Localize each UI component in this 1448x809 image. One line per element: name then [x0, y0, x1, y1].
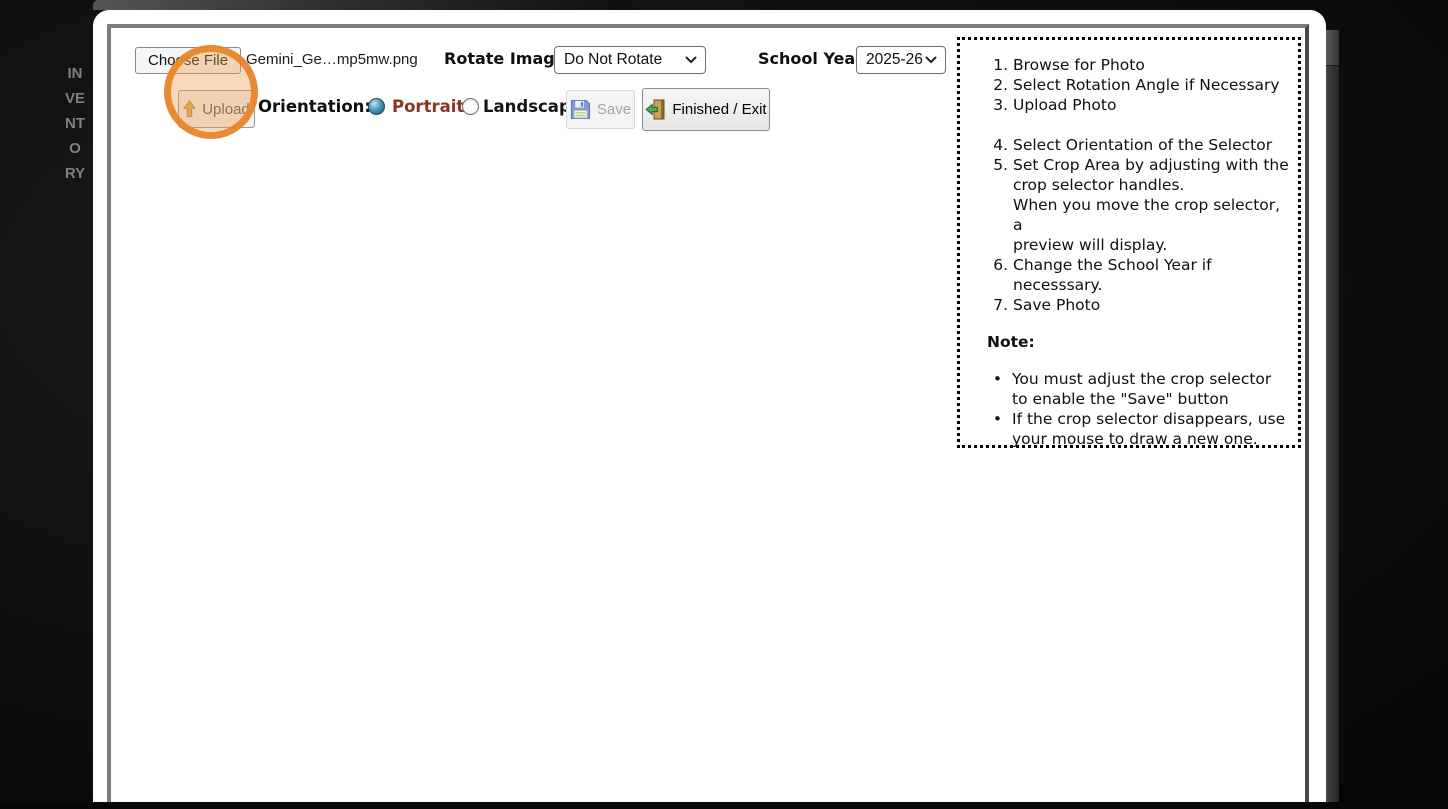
instruction-step: 5. Set Crop Area by adjusting with the c… [987, 155, 1290, 255]
selected-filename: Gemini_Ge…mp5mw.png [246, 51, 418, 68]
save-button-label: Save [596, 101, 632, 118]
bullet-icon [987, 409, 1008, 449]
upload-button[interactable]: Upload [178, 90, 255, 128]
rotate-image-label: Rotate Image [444, 49, 566, 68]
instruction-step: 3. Upload Photo [987, 95, 1290, 115]
portrait-radio-label[interactable]: Portrait [392, 97, 464, 116]
rotate-image-selected-value: Do Not Rotate [564, 51, 663, 68]
window-top-edge [93, 0, 633, 10]
school-year-label: School Year: [758, 49, 870, 68]
exit-door-icon [645, 99, 666, 120]
step-text: Save Photo [1013, 296, 1101, 314]
school-year-selected-value: 2025-26 [866, 51, 923, 68]
instruction-step: 6. Change the School Year if necesssary. [987, 255, 1290, 295]
landscape-radio[interactable] [462, 98, 479, 115]
window-bottom-edge [0, 802, 1448, 809]
instruction-step: 4. Select Orientation of the Selector [987, 135, 1290, 155]
photo-upload-dialog: Choose File Gemini_Ge…mp5mw.png Rotate I… [93, 10, 1326, 809]
finished-exit-button-label: Finished / Exit [672, 101, 767, 118]
choose-file-button[interactable]: Choose File [135, 47, 242, 74]
school-year-select[interactable]: 2025-26 [856, 46, 946, 74]
step-text: Change the School Year if necesssary. [1013, 256, 1212, 294]
chevron-down-icon [925, 56, 937, 64]
portrait-radio[interactable] [368, 98, 385, 115]
rotate-image-select[interactable]: Do Not Rotate [554, 46, 706, 74]
scrollbar-track[interactable] [1326, 30, 1339, 809]
instruction-step: 7. Save Photo [987, 295, 1290, 315]
step-number: 5. [993, 156, 1008, 174]
step-number: 2. [993, 76, 1008, 94]
step-number: 3. [993, 96, 1008, 114]
note-text: You must adjust the crop selector to ena… [1012, 370, 1272, 408]
instructions-panel: 1. Browse for Photo 2. Select Rotation A… [957, 37, 1301, 448]
bullet-icon [987, 369, 1008, 409]
upload-form-container: Choose File Gemini_Ge…mp5mw.png Rotate I… [107, 24, 1309, 809]
step-number: 1. [993, 56, 1008, 74]
step-text: Select Rotation Angle if Necessary [1013, 76, 1280, 94]
step-number: 4. [993, 136, 1008, 154]
notes-list: You must adjust the crop selector to ena… [987, 369, 1290, 449]
chevron-down-icon [685, 56, 697, 64]
step-number: 7. [993, 296, 1008, 314]
finished-exit-button[interactable]: Finished / Exit [642, 88, 770, 131]
instruction-step: 1. Browse for Photo [987, 55, 1290, 75]
save-button[interactable]: Save [566, 90, 635, 129]
step-text: Select Orientation of the Selector [1013, 136, 1273, 154]
upload-button-label: Upload [202, 100, 250, 118]
note-text: If the crop selector disappears, use you… [1012, 410, 1286, 448]
orientation-label: Orientation: [258, 97, 372, 116]
step-number: 6. [993, 256, 1008, 274]
note-item: You must adjust the crop selector to ena… [987, 369, 1290, 409]
step-text: Browse for Photo [1013, 56, 1145, 74]
screen-background: INVENTORY Choose File Gemini_Ge…mp5mw.pn… [0, 0, 1448, 809]
scrollbar-thumb[interactable] [1326, 30, 1339, 66]
note-heading: Note: [987, 333, 1035, 351]
upload-arrow-icon [183, 100, 197, 118]
note-item: If the crop selector disappears, use you… [987, 409, 1290, 449]
step-text: Set Crop Area by adjusting with the crop… [1013, 156, 1289, 254]
save-floppy-icon [570, 99, 591, 120]
step-text: Upload Photo [1013, 96, 1117, 114]
instruction-step: 2. Select Rotation Angle if Necessary [987, 75, 1290, 95]
inventory-vertical-label: INVENTORY [64, 65, 86, 182]
